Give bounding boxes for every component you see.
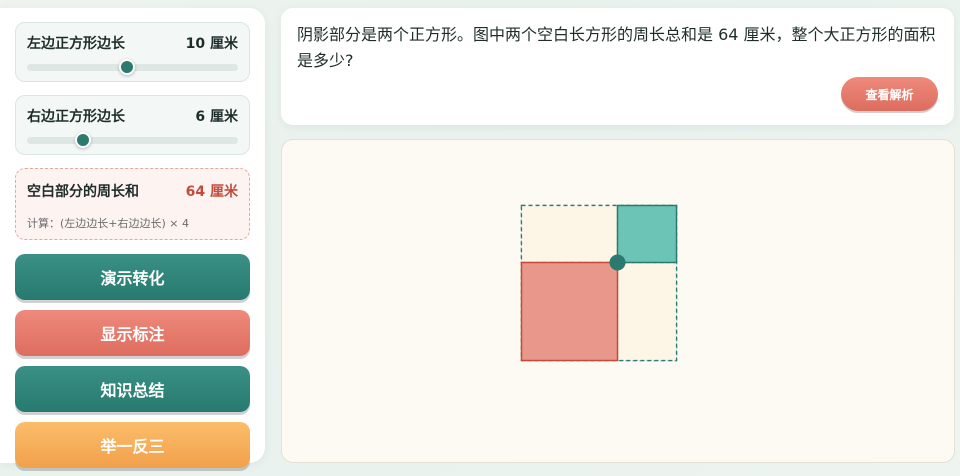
left-square-slider-track[interactable] xyxy=(27,59,238,75)
right-square-slider-thumb[interactable] xyxy=(74,132,91,148)
perimeter-value: 64 厘米 xyxy=(185,184,238,200)
small-shaded-square xyxy=(616,204,678,264)
right-square-value: 6 厘米 xyxy=(195,109,238,125)
right-square-slider-card: 右边正方形边长 6 厘米 xyxy=(15,95,250,155)
view-analysis-button[interactable]: 查看解析 xyxy=(841,77,938,111)
show-labels-button[interactable]: 显示标注 xyxy=(15,310,250,356)
perimeter-card: 空白部分的周长和 64 厘米 计算：(左边边长+右边边长) × 4 xyxy=(15,168,250,240)
question-card: 阴影部分是两个正方形。图中两个空白长方形的周长总和是 64 厘米，整个大正方形的… xyxy=(281,8,954,125)
perimeter-label: 空白部分的周长和 xyxy=(27,184,139,200)
question-text: 阴影部分是两个正方形。图中两个空白长方形的周长总和是 64 厘米，整个大正方形的… xyxy=(297,25,936,70)
figure-canvas xyxy=(281,139,955,463)
knowledge-summary-button[interactable]: 知识总结 xyxy=(15,366,250,412)
right-square-label: 右边正方形边长 xyxy=(27,109,125,125)
left-square-slider-thumb[interactable] xyxy=(118,59,135,75)
square-figure xyxy=(520,204,678,362)
top-blank-rectangle xyxy=(520,204,619,264)
perimeter-formula: 计算：(左边边长+右边边长) × 4 xyxy=(27,217,190,230)
left-square-value: 10 厘米 xyxy=(185,36,238,52)
left-square-label: 左边正方形边长 xyxy=(27,36,125,52)
demo-transform-button[interactable]: 演示转化 xyxy=(15,254,250,300)
control-panel: 左边正方形边长 10 厘米 右边正方形边长 6 厘米 空白部分的周长和 64 厘… xyxy=(0,8,265,468)
practice-more-button[interactable]: 举一反三 xyxy=(15,422,250,468)
right-square-slider-track[interactable] xyxy=(27,132,238,148)
right-blank-rectangle xyxy=(616,261,678,362)
left-square-slider-card: 左边正方形边长 10 厘米 xyxy=(15,22,250,82)
drag-handle[interactable] xyxy=(609,254,626,271)
large-shaded-square xyxy=(520,261,619,362)
